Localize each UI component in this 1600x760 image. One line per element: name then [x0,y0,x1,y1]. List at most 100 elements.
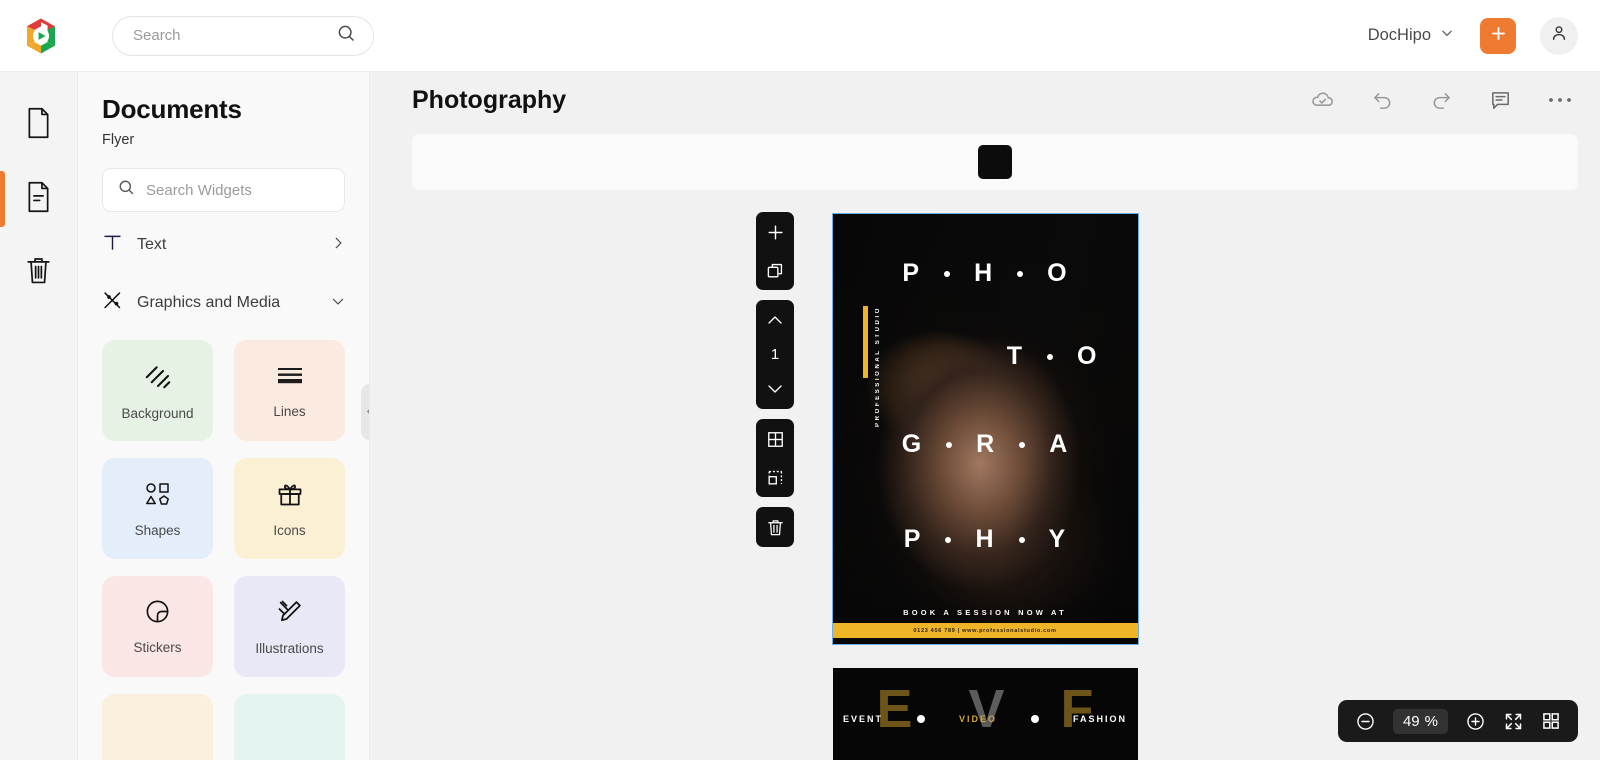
zoom-control: 49 % [1337,700,1578,742]
undo-arrow-icon[interactable] [1371,89,1394,112]
ghost-letter: E [876,679,913,739]
flyer-letter: P [903,525,922,553]
studio-vertical-text: PROFESSIONAL STUDIO [874,306,881,427]
widget-tile-partial-left[interactable] [102,694,213,760]
duplicate-page-button[interactable] [763,258,787,282]
zoom-out-button[interactable] [1355,711,1376,732]
flyer-studio-mark: PROFESSIONAL STUDIO [862,306,883,427]
widgets-panel: Documents Flyer Text [78,72,370,760]
diagonal-stripes-icon [143,361,173,396]
comment-bubble-icon[interactable] [1489,89,1512,112]
rail-item-templates[interactable] [0,88,78,162]
flyer-title-line-4: P H Y [833,525,1138,554]
tile-label: Shapes [134,522,181,538]
search-widgets-input[interactable] [146,181,345,199]
trash-icon [24,255,53,292]
add-page-button[interactable] [763,220,787,244]
widget-tile-lines[interactable]: Lines [234,340,345,441]
flyer-cta-text: BOOK A SESSION NOW AT [903,608,1067,617]
element-edit-toolbar [412,134,1578,190]
tile-label: Icons [273,522,306,538]
dochipo-hexagon-logo-icon[interactable] [20,15,62,57]
rail-item-trash[interactable] [0,236,78,310]
select-area-button[interactable] [763,465,787,489]
workspace-switcher[interactable]: DocHipo [1368,26,1454,45]
flyer2-label: EVENT [842,714,883,724]
rail-item-my-documents[interactable] [0,162,78,236]
app-root: DocHipo [0,0,1600,760]
document-blank-icon [24,107,53,144]
flyer-letter: P [902,259,921,287]
dot-separator-icon [945,536,952,543]
category-label: Text [137,236,167,253]
category-graphics-media[interactable]: Graphics and Media [102,278,345,328]
zoom-level-value[interactable]: 49 % [1392,708,1448,734]
flyer2-label: VIDEO [958,714,997,724]
canvas-area: Photography 1 P H O T O G R A P H Y PROF… [370,72,1600,760]
design-page-1[interactable]: P H O T O G R A P H Y PROFESSIONAL STUDI… [831,213,1139,645]
search-icon [336,23,357,49]
dot-separator-icon [944,270,951,277]
widget-tile-shapes[interactable]: Shapes [102,458,213,559]
next-page-button[interactable] [763,377,787,401]
grid-layout-button[interactable] [763,427,787,451]
widget-tile-background[interactable]: Background [102,340,213,441]
page-delete-group [756,507,794,547]
plus-icon [1489,24,1508,48]
dot-separator-icon [1018,536,1025,543]
canvas-header: Photography [370,72,1600,128]
category-label: Graphics and Media [137,294,281,311]
widget-tile-illustrations[interactable]: Illustrations [234,576,345,677]
user-account-button[interactable] [1540,16,1578,55]
app-body: Documents Flyer Text [0,72,1600,760]
zoom-unit: % [1424,712,1438,730]
flyer2-ghost-letters: E V F [833,682,1138,736]
tile-label: Illustrations [255,640,324,656]
delete-page-button[interactable] [763,515,787,539]
workspace-label: DocHipo [1367,26,1431,44]
dot-separator-icon [916,715,925,723]
flyer-letter: H [974,259,994,287]
widget-tile-partial-right[interactable] [234,694,345,760]
chevron-right-icon [331,236,345,255]
create-new-button[interactable] [1480,17,1516,54]
flyer-letter: T [1006,342,1024,370]
pencil-ruler-icon [276,598,304,631]
flyer-title-line-1: P H O [833,259,1138,288]
global-search[interactable] [112,15,374,56]
page-title: Documents [102,94,242,124]
dot-separator-icon [1047,353,1054,360]
pages-scroll-area[interactable]: 1 P H O T O G R A P H Y PROFESSIONAL STU… [370,202,1600,760]
page-add-group [756,212,794,290]
chevron-down-icon [1440,26,1454,45]
widget-tile-icons[interactable]: Icons [234,458,345,559]
search-input[interactable] [133,27,336,44]
widget-search[interactable] [102,168,345,212]
redo-arrow-icon[interactable] [1430,89,1453,112]
dot-separator-icon [1019,441,1026,448]
collapse-panel-handle[interactable] [361,384,369,440]
prev-page-button[interactable] [763,308,787,332]
flyer-letter: A [1049,430,1069,458]
dot-separator-icon [946,441,953,448]
cloud-check-icon[interactable] [1310,88,1335,113]
zoom-in-button[interactable] [1465,711,1486,732]
zoom-number: 49 [1402,712,1420,730]
widget-tile-stickers[interactable]: Stickers [102,576,213,677]
fullscreen-button[interactable] [1503,711,1524,732]
color-swatch[interactable] [978,145,1012,179]
widget-tiles-grid: Background Lines Shapes Icons Stickers I… [102,340,345,760]
category-text[interactable]: Text [102,220,345,270]
sticker-icon [144,598,171,630]
flyer-letter: G [901,430,923,458]
chevron-down-icon [331,294,345,313]
pages-grid-button[interactable] [1541,711,1561,731]
document-type-label: Flyer [102,132,135,148]
design-page-2[interactable]: E V F EVENT VIDEO FASHION [832,668,1138,760]
ellipsis-icon[interactable] [1548,96,1572,104]
shapes-icon [142,480,174,513]
dot-separator-icon [1017,270,1024,277]
dot-separator-icon [1031,715,1039,723]
flyer-letter: H [975,525,995,553]
horizontal-lines-icon [275,363,305,394]
